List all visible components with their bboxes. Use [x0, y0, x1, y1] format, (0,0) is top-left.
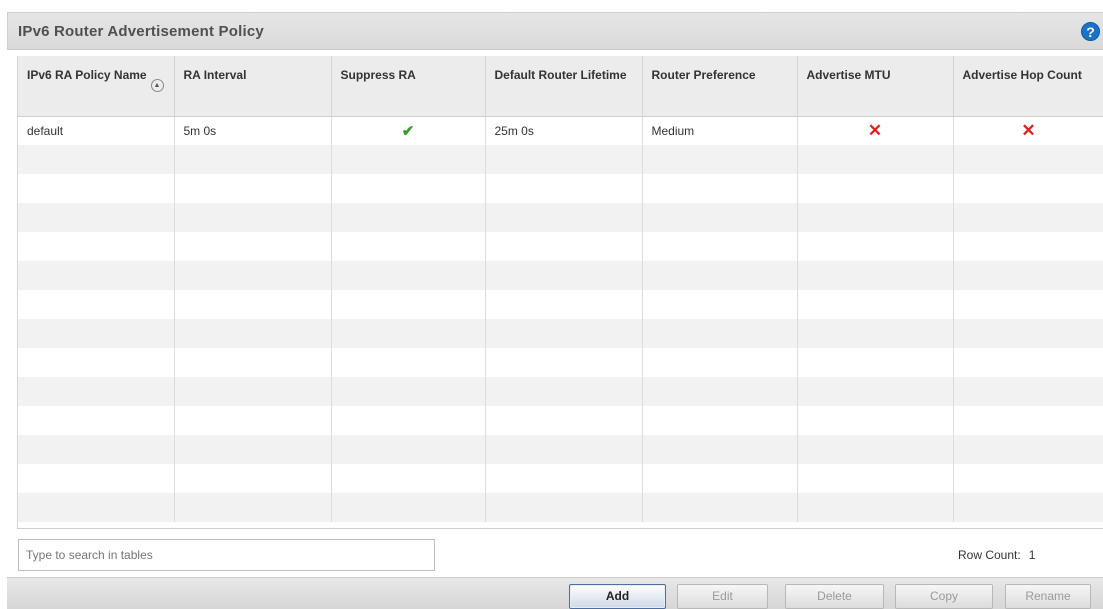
delete-button[interactable]: Delete: [785, 584, 884, 609]
sort-icon[interactable]: ▲: [150, 79, 164, 92]
empty-table-row: [18, 145, 1103, 174]
cell-policy-name: default: [18, 116, 175, 145]
cell-default-router-lifetime: 25m 0s: [485, 116, 643, 145]
cell-ra-interval: 5m 0s: [174, 116, 332, 145]
row-count-value: 1: [1028, 548, 1036, 562]
column-header-router-preference[interactable]: Router Preference: [642, 56, 798, 117]
empty-table-row: [18, 464, 1103, 493]
action-toolbar: Add Edit Delete Copy Rename: [7, 577, 1103, 609]
cell-router-preference: Medium: [642, 116, 798, 145]
cell-advertise-mtu: ✕: [797, 116, 954, 145]
column-header-ra-interval[interactable]: RA Interval: [174, 56, 332, 117]
column-header-advertise-hop-count[interactable]: Advertise Hop Count: [953, 56, 1103, 117]
cross-icon: ✕: [1021, 120, 1036, 140]
empty-table-row: [18, 261, 1103, 290]
cell-advertise-hop-count: ✕: [953, 116, 1103, 145]
column-header-advertise-mtu[interactable]: Advertise MTU: [797, 56, 954, 117]
policy-table-container: IPv6 RA Policy Name ▲ RA Interval Suppres…: [17, 56, 1103, 529]
add-button[interactable]: Add: [569, 584, 666, 609]
column-header-default-router-lifetime[interactable]: Default Router Lifetime: [485, 56, 643, 117]
empty-table-row: [18, 406, 1103, 435]
ipv6-ra-policy-panel: IPv6 Router Advertisement Policy ? IPv6 …: [0, 0, 1103, 609]
empty-table-row: [18, 232, 1103, 261]
empty-table-row: [18, 348, 1103, 377]
edit-button[interactable]: Edit: [677, 584, 768, 609]
rename-button[interactable]: Rename: [1005, 584, 1091, 609]
panel-titlebar: IPv6 Router Advertisement Policy ?: [7, 12, 1103, 50]
copy-button[interactable]: Copy: [895, 584, 993, 609]
empty-table-row: [18, 493, 1103, 522]
page-title: IPv6 Router Advertisement Policy: [18, 23, 264, 40]
row-count: Row Count: 1: [958, 548, 1035, 562]
column-header-policy-name[interactable]: IPv6 RA Policy Name ▲: [18, 56, 175, 117]
help-icon[interactable]: ?: [1081, 22, 1100, 41]
empty-table-row: [18, 319, 1103, 348]
empty-table-row: [18, 435, 1103, 464]
check-icon: ✔: [401, 122, 415, 140]
cell-suppress-ra: ✔: [331, 116, 486, 145]
table-header-row: IPv6 RA Policy Name ▲ RA Interval Suppres…: [18, 56, 1103, 117]
empty-table-row: [18, 203, 1103, 232]
table-search-input[interactable]: [18, 539, 435, 571]
empty-table-row: [18, 377, 1103, 406]
row-count-label: Row Count:: [958, 548, 1021, 562]
empty-table-row: [18, 290, 1103, 319]
column-header-suppress-ra[interactable]: Suppress RA: [331, 56, 486, 117]
empty-table-row: [18, 174, 1103, 203]
cross-icon: ✕: [867, 120, 883, 140]
policy-table: IPv6 RA Policy Name ▲ RA Interval Suppres…: [18, 56, 1103, 522]
table-row[interactable]: default 5m 0s ✔ 25m 0s Medium ✕ ✕: [18, 116, 1103, 145]
